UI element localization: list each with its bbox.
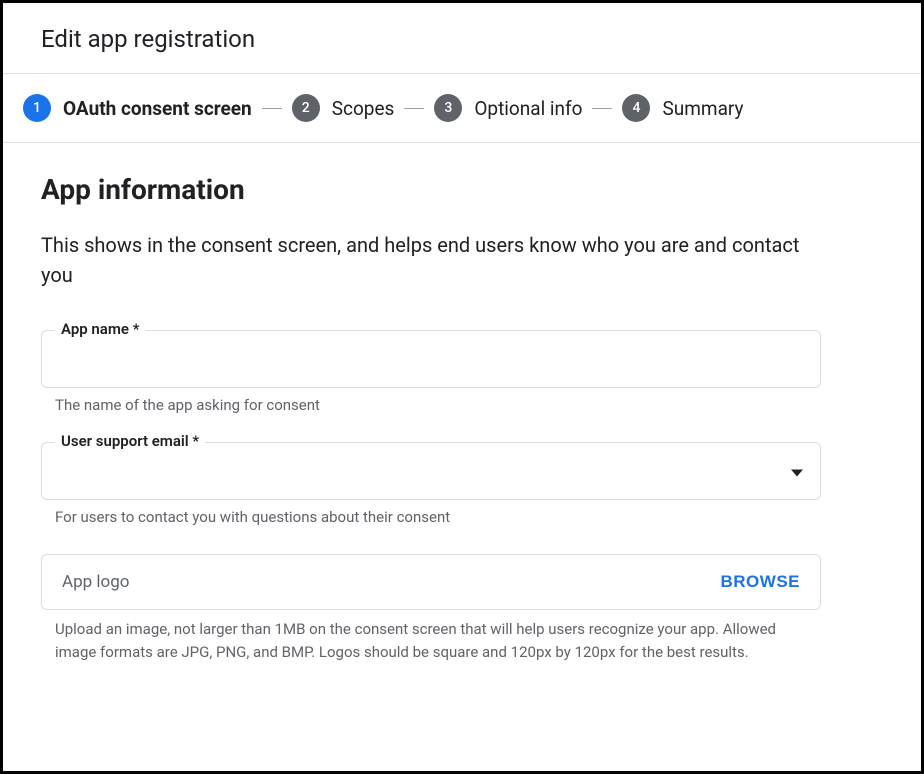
app-logo-field: App logo BROWSE — [41, 554, 821, 610]
support-email-field-group: User support email * For users to contac… — [41, 442, 883, 526]
support-email-helper: For users to contact you with questions … — [41, 508, 883, 526]
support-email-select[interactable] — [41, 442, 821, 500]
app-name-helper: The name of the app asking for consent — [41, 396, 883, 414]
content: App information This shows in the consen… — [3, 143, 921, 721]
step-connector — [404, 108, 424, 109]
step-number-4: 4 — [622, 94, 650, 122]
step-number-3: 3 — [434, 94, 462, 122]
stepper: 1 OAuth consent screen 2 Scopes 3 Option… — [3, 74, 921, 142]
app-name-label: App name * — [55, 320, 145, 338]
section-title: App information — [41, 173, 883, 206]
app-name-field-group: App name * The name of the app asking fo… — [41, 330, 883, 414]
step-label-scopes: Scopes — [332, 97, 395, 120]
header: Edit app registration — [3, 3, 921, 73]
support-email-select-wrapper — [41, 442, 821, 500]
browse-button[interactable]: BROWSE — [721, 572, 801, 592]
step-scopes[interactable]: 2 Scopes — [292, 94, 395, 122]
app-logo-helper: Upload an image, not larger than 1MB on … — [41, 618, 821, 663]
app-logo-label: App logo — [62, 572, 129, 592]
step-number-2: 2 — [292, 94, 320, 122]
step-connector — [592, 108, 612, 109]
step-label-oauth: OAuth consent screen — [63, 97, 252, 120]
step-number-1: 1 — [23, 94, 51, 122]
step-connector — [262, 108, 282, 109]
section-description: This shows in the consent screen, and he… — [41, 230, 801, 290]
step-label-optional: Optional info — [474, 97, 582, 120]
step-label-summary: Summary — [662, 97, 743, 120]
page-title: Edit app registration — [41, 25, 883, 53]
support-email-label: User support email * — [55, 432, 205, 450]
app-registration-container: Edit app registration 1 OAuth consent sc… — [0, 0, 924, 774]
step-oauth-consent[interactable]: 1 OAuth consent screen — [23, 94, 252, 122]
app-logo-field-group: App logo BROWSE Upload an image, not lar… — [41, 554, 883, 663]
step-optional-info[interactable]: 3 Optional info — [434, 94, 582, 122]
step-summary[interactable]: 4 Summary — [622, 94, 743, 122]
app-name-input[interactable] — [41, 330, 821, 388]
